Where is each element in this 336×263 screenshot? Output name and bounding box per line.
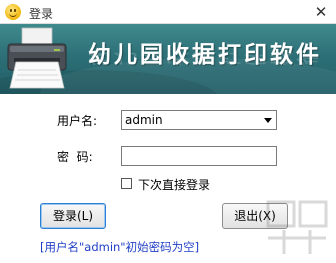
- login-button[interactable]: 登录(L): [40, 203, 106, 229]
- watermark-icon: [266, 200, 328, 254]
- banner: 幼儿园收据打印软件 幼儿园收据打印软件: [0, 24, 336, 94]
- chevron-down-icon[interactable]: [260, 111, 276, 129]
- hint-text: [用户名"admin"初始密码为空]: [40, 240, 200, 254]
- password-field[interactable]: [121, 146, 277, 166]
- banner-title-reflection: 幼儿园收据打印软件: [88, 50, 322, 66]
- printer-icon: [7, 27, 67, 89]
- smiley-icon: [5, 4, 21, 20]
- remember-label[interactable]: 下次直接登录: [138, 176, 210, 193]
- username-select[interactable]: admin: [121, 110, 277, 130]
- username-value: admin: [125, 113, 163, 127]
- close-button[interactable]: ✕: [310, 2, 332, 22]
- window-title: 登录: [29, 7, 54, 21]
- username-label: 用户名:: [57, 114, 98, 128]
- password-label: 密 码:: [57, 150, 93, 164]
- remember-checkbox[interactable]: [121, 178, 132, 189]
- title-bar: 登录 ✕: [0, 0, 336, 24]
